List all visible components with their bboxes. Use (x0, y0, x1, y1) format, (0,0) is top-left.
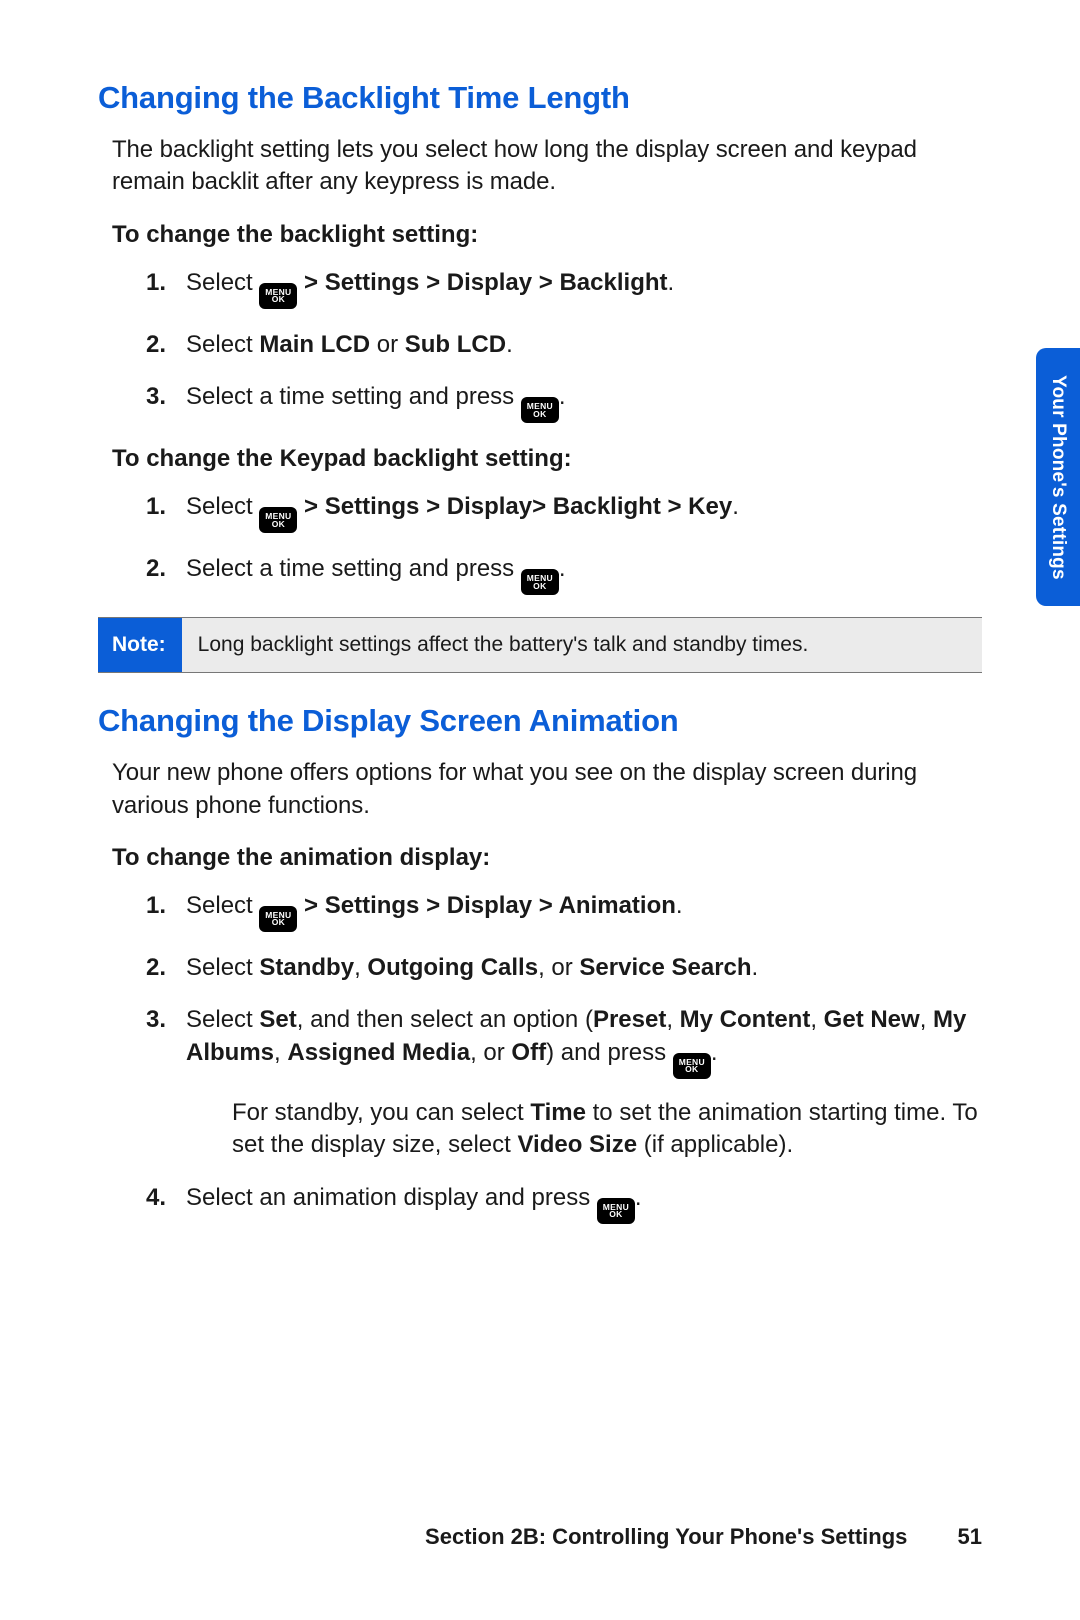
steps-backlight: 1. Select MENUOK > Settings > Display > … (98, 267, 982, 423)
text: Assigned Media (287, 1039, 470, 1066)
text: , (666, 1006, 679, 1033)
section2-body: Your new phone offers options for what y… (112, 757, 982, 822)
sub-note: For standby, you can select Time to set … (232, 1097, 982, 1162)
heading-backlight: Changing the Backlight Time Length (98, 80, 982, 116)
text: . (506, 331, 513, 358)
text: Select an animation display and press (186, 1184, 597, 1211)
text: , (354, 954, 367, 981)
text: Sub LCD (405, 331, 506, 358)
text: , (920, 1006, 933, 1033)
text: Select (186, 269, 259, 296)
text: > Settings > Display > Backlight (297, 269, 667, 296)
text: , or (538, 954, 579, 981)
menu-ok-key-icon: MENUOK (259, 283, 297, 309)
text: . (668, 269, 675, 296)
manual-page: Your Phone's Settings Changing the Backl… (0, 0, 1080, 1620)
text: (if applicable). (637, 1131, 793, 1158)
steps-keypad-backlight: 1. Select MENUOK > Settings > Display> B… (98, 491, 982, 595)
text: , (274, 1039, 287, 1066)
steps-animation: 1. Select MENUOK > Settings > Display > … (98, 890, 982, 1224)
menu-ok-key-icon: MENUOK (259, 507, 297, 533)
text: Standby (259, 954, 354, 981)
text: Set (259, 1006, 296, 1033)
text: Select (186, 331, 259, 358)
text: Select (186, 954, 259, 981)
text: For standby, you can select (232, 1099, 530, 1126)
menu-ok-key-icon: MENUOK (597, 1198, 635, 1224)
menu-ok-key-icon: MENUOK (673, 1053, 711, 1079)
text: , or (470, 1039, 511, 1066)
menu-ok-key-icon: MENUOK (521, 397, 559, 423)
text: Select a time setting and press (186, 383, 521, 410)
text: Select (186, 493, 259, 520)
text: Service Search (579, 954, 751, 981)
text: . (559, 383, 566, 410)
step: 1. Select MENUOK > Settings > Display> B… (158, 491, 982, 533)
menu-ok-key-icon: MENUOK (259, 906, 297, 932)
step: 3. Select a time setting and press MENUO… (158, 381, 982, 423)
text: . (559, 555, 566, 582)
text: . (732, 493, 739, 520)
lead-keypad-backlight: To change the Keypad backlight setting: (112, 445, 982, 473)
note-label: Note: (98, 618, 182, 672)
text: or (370, 331, 405, 358)
step: 3. Select Set, and then select an option… (158, 1004, 982, 1161)
text: Select (186, 1006, 259, 1033)
lead-backlight-setting: To change the backlight setting: (112, 221, 982, 249)
text: > Settings > Display > Animation (297, 892, 676, 919)
step: 2. Select Standby, Outgoing Calls, or Se… (158, 952, 982, 984)
page-number: 51 (958, 1524, 982, 1549)
menu-ok-key-icon: MENUOK (521, 569, 559, 595)
text: Outgoing Calls (367, 954, 538, 981)
page-footer: Section 2B: Controlling Your Phone's Set… (98, 1524, 982, 1550)
step: 4. Select an animation display and press… (158, 1182, 982, 1224)
text: Main LCD (259, 331, 370, 358)
text: Off (511, 1039, 546, 1066)
text: Select a time setting and press (186, 555, 521, 582)
lead-animation: To change the animation display: (112, 844, 982, 872)
text: My Content (680, 1006, 811, 1033)
note-text: Long backlight settings affect the batte… (182, 618, 982, 672)
text: Video Size (517, 1131, 637, 1158)
text: Preset (593, 1006, 666, 1033)
step: 2. Select Main LCD or Sub LCD. (158, 329, 982, 361)
text: ) and press (546, 1039, 673, 1066)
text: Select (186, 892, 259, 919)
text: Get New (824, 1006, 920, 1033)
step: 1. Select MENUOK > Settings > Display > … (158, 890, 982, 932)
heading-animation: Changing the Display Screen Animation (98, 703, 982, 739)
text: . (676, 892, 683, 919)
text: . (752, 954, 759, 981)
note-box: Note: Long backlight settings affect the… (98, 617, 982, 673)
side-tab-label: Your Phone's Settings (1047, 375, 1069, 580)
text: , and then select an option ( (297, 1006, 593, 1033)
text: Time (530, 1099, 586, 1126)
footer-section: Section 2B: Controlling Your Phone's Set… (425, 1524, 907, 1549)
text: > Settings > Display> Backlight > Key (297, 493, 732, 520)
section1-body: The backlight setting lets you select ho… (112, 134, 982, 199)
step: 2. Select a time setting and press MENUO… (158, 553, 982, 595)
text: , (810, 1006, 823, 1033)
step: 1. Select MENUOK > Settings > Display > … (158, 267, 982, 309)
text: . (711, 1039, 718, 1066)
side-tab: Your Phone's Settings (1036, 348, 1080, 606)
text: . (635, 1184, 642, 1211)
